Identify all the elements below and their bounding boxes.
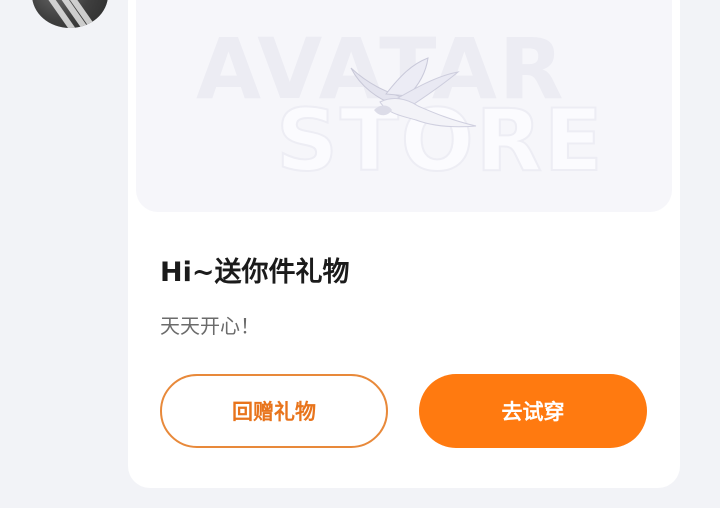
- return-gift-button[interactable]: 回赠礼物: [160, 374, 388, 448]
- gift-message-card: AVATAR STORE Hi~送你件礼物 天天开心！ 回赠礼物 去试穿: [128, 0, 680, 488]
- gift-message-text: 天天开心！: [160, 314, 260, 338]
- try-on-button[interactable]: 去试穿: [419, 374, 647, 448]
- sender-avatar[interactable]: [32, 0, 108, 28]
- gift-title: Hi~送你件礼物: [160, 257, 350, 288]
- banner-watermark-line2: STORE: [276, 91, 605, 191]
- avatar-store-banner[interactable]: AVATAR STORE: [136, 0, 672, 212]
